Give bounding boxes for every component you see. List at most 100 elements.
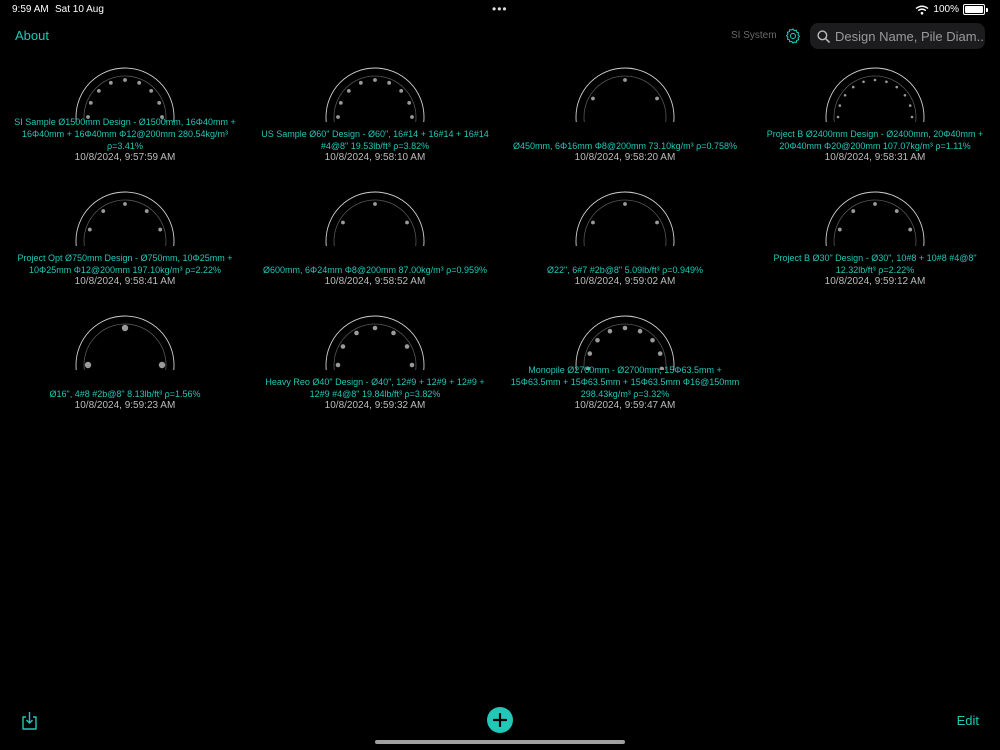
design-timestamp: 10/8/2024, 9:58:20 AM <box>574 152 676 163</box>
design-card[interactable]: Ø450mm, 6Φ16mm Φ8@200mm 73.10kg/m³ ρ=0.7… <box>500 62 750 180</box>
design-timestamp: 10/8/2024, 9:58:10 AM <box>324 152 426 163</box>
rebar-dot <box>862 80 865 84</box>
rebar-dot <box>123 202 127 206</box>
rebar-dot <box>650 337 655 343</box>
rebar-dot <box>655 220 659 225</box>
design-card[interactable]: Project Opt Ø750mm Design - Ø750mm, 10Φ2… <box>0 186 250 304</box>
home-indicator[interactable] <box>375 740 625 744</box>
rebar-dot <box>409 362 415 368</box>
battery-icon <box>963 4 985 15</box>
rebar-dot <box>903 93 907 97</box>
rebar-dot <box>405 220 409 225</box>
rebar-dot <box>354 330 359 336</box>
search-field[interactable] <box>810 23 985 49</box>
multitasking-dots-icon[interactable]: ••• <box>492 2 508 16</box>
design-timestamp: 10/8/2024, 9:57:59 AM <box>74 152 176 163</box>
rebar-dot <box>895 85 899 89</box>
status-right: 100% <box>915 4 988 15</box>
design-title: Project B Ø30" Design - Ø30", 10#8 + 10#… <box>773 253 977 275</box>
rebar-dot <box>591 220 595 225</box>
pile-section-thumbnail <box>575 67 675 122</box>
rebar-dot <box>407 100 412 105</box>
design-title: US Sample Ø60" Design - Ø60", 16#14 + 16… <box>261 129 489 151</box>
design-timestamp: 10/8/2024, 9:59:32 AM <box>324 400 426 411</box>
status-bar: 9:59 AM Sat 10 Aug ••• 100% <box>0 0 1000 20</box>
design-title: SI Sample Ø1500mm Design - Ø1500mm, 16Φ4… <box>14 117 236 151</box>
rebar-dot <box>346 88 351 93</box>
rebar-dot <box>157 100 162 105</box>
design-timestamp: 10/8/2024, 9:59:12 AM <box>824 276 926 287</box>
rebar-dot <box>837 227 842 232</box>
add-design-button[interactable] <box>487 707 513 733</box>
rebar-dot <box>851 85 855 89</box>
rebar-dot <box>595 337 600 343</box>
rebar-dot <box>410 115 414 119</box>
design-card[interactable]: Heavy Reo Ø40" Design - Ø40", 12#9 + 12#… <box>250 310 500 428</box>
rebar-dot <box>836 115 840 119</box>
settings-gear-icon[interactable] <box>784 27 802 45</box>
rebar-dot <box>121 324 129 332</box>
status-time: 9:59 AM <box>12 4 49 15</box>
rebar-dot <box>88 100 93 105</box>
rebar-dot <box>338 100 343 105</box>
design-title: Project Opt Ø750mm Design - Ø750mm, 10Φ2… <box>17 253 233 275</box>
pile-section-thumbnail <box>825 191 925 246</box>
design-title: Monopile Ø2700mm - Ø2700mm, 15Φ63.5mm + … <box>510 365 740 399</box>
design-card[interactable]: Project B Ø30" Design - Ø30", 10#8 + 10#… <box>750 186 1000 304</box>
rebar-dot <box>908 104 912 107</box>
design-card[interactable]: Project B Ø2400mm Design - Ø2400mm, 20Φ4… <box>750 62 1000 180</box>
rebar-dot <box>84 361 92 369</box>
design-timestamp: 10/8/2024, 9:58:41 AM <box>74 276 176 287</box>
design-timestamp: 10/8/2024, 9:58:31 AM <box>824 152 926 163</box>
search-icon <box>817 29 830 43</box>
import-tray-icon[interactable] <box>21 711 38 730</box>
rebar-dot <box>404 344 410 349</box>
about-button[interactable]: About <box>15 28 49 43</box>
pile-section-thumbnail <box>325 315 425 370</box>
pile-section-thumbnail <box>75 315 175 370</box>
design-card[interactable]: US Sample Ø60" Design - Ø60", 16#14 + 16… <box>250 62 500 180</box>
design-card[interactable]: SI Sample Ø1500mm Design - Ø1500mm, 16Φ4… <box>0 62 250 180</box>
rebar-dot <box>373 78 377 82</box>
rebar-dot <box>87 227 92 232</box>
rebar-dot <box>137 80 142 85</box>
rebar-dot <box>336 115 340 119</box>
wifi-icon <box>916 5 929 14</box>
pile-section-thumbnail <box>575 191 675 246</box>
rebar-dot <box>655 96 659 101</box>
rebar-dot <box>341 220 345 225</box>
rebar-dot <box>144 209 149 213</box>
rebar-dot <box>123 78 127 82</box>
design-card[interactable]: Ø16", 4#8 #2b@8" 8.13lb/ft³ ρ=1.56% 10/8/… <box>0 310 250 428</box>
rebar-dot <box>657 351 663 356</box>
search-input[interactable] <box>835 28 985 44</box>
rebar-dot <box>391 330 396 336</box>
design-title: Ø450mm, 6Φ16mm Φ8@200mm 73.10kg/m³ ρ=0.7… <box>513 141 737 151</box>
rebar-dot <box>158 227 163 232</box>
rebar-dot <box>910 115 914 119</box>
design-title: Project B Ø2400mm Design - Ø2400mm, 20Φ4… <box>766 129 984 151</box>
rebar-dot <box>623 78 627 82</box>
pile-section-thumbnail <box>75 67 175 122</box>
rebar-dot <box>372 325 378 331</box>
design-card[interactable]: Ø600mm, 6Φ24mm Φ8@200mm 87.00kg/m³ ρ=0.9… <box>250 186 500 304</box>
rebar-dot <box>373 202 377 206</box>
rebar-dot <box>851 209 856 213</box>
status-date: Sat 10 Aug <box>55 4 104 15</box>
rebar-dot <box>637 328 643 334</box>
design-title: Ø600mm, 6Φ24mm Φ8@200mm 87.00kg/m³ ρ=0.9… <box>263 265 487 275</box>
design-title: Ø22", 6#7 #2b@8" 5.09lb/ft³ ρ=0.949% <box>547 265 703 275</box>
design-card[interactable]: Ø22", 6#7 #2b@8" 5.09lb/ft³ ρ=0.949% 10/8… <box>500 186 750 304</box>
design-card[interactable]: Monopile Ø2700mm - Ø2700mm, 15Φ63.5mm + … <box>500 310 750 428</box>
design-timestamp: 10/8/2024, 9:59:23 AM <box>74 400 176 411</box>
rebar-dot <box>101 209 106 213</box>
pile-section-thumbnail <box>825 67 925 122</box>
edit-button[interactable]: Edit <box>957 713 979 728</box>
rebar-dot <box>894 209 899 213</box>
rebar-dot <box>622 325 628 331</box>
rebar-dot <box>340 344 346 349</box>
rebar-dot <box>358 80 363 85</box>
design-timestamp: 10/8/2024, 9:59:02 AM <box>574 276 676 287</box>
rebar-dot <box>108 80 113 85</box>
rebar-dot <box>873 202 877 206</box>
